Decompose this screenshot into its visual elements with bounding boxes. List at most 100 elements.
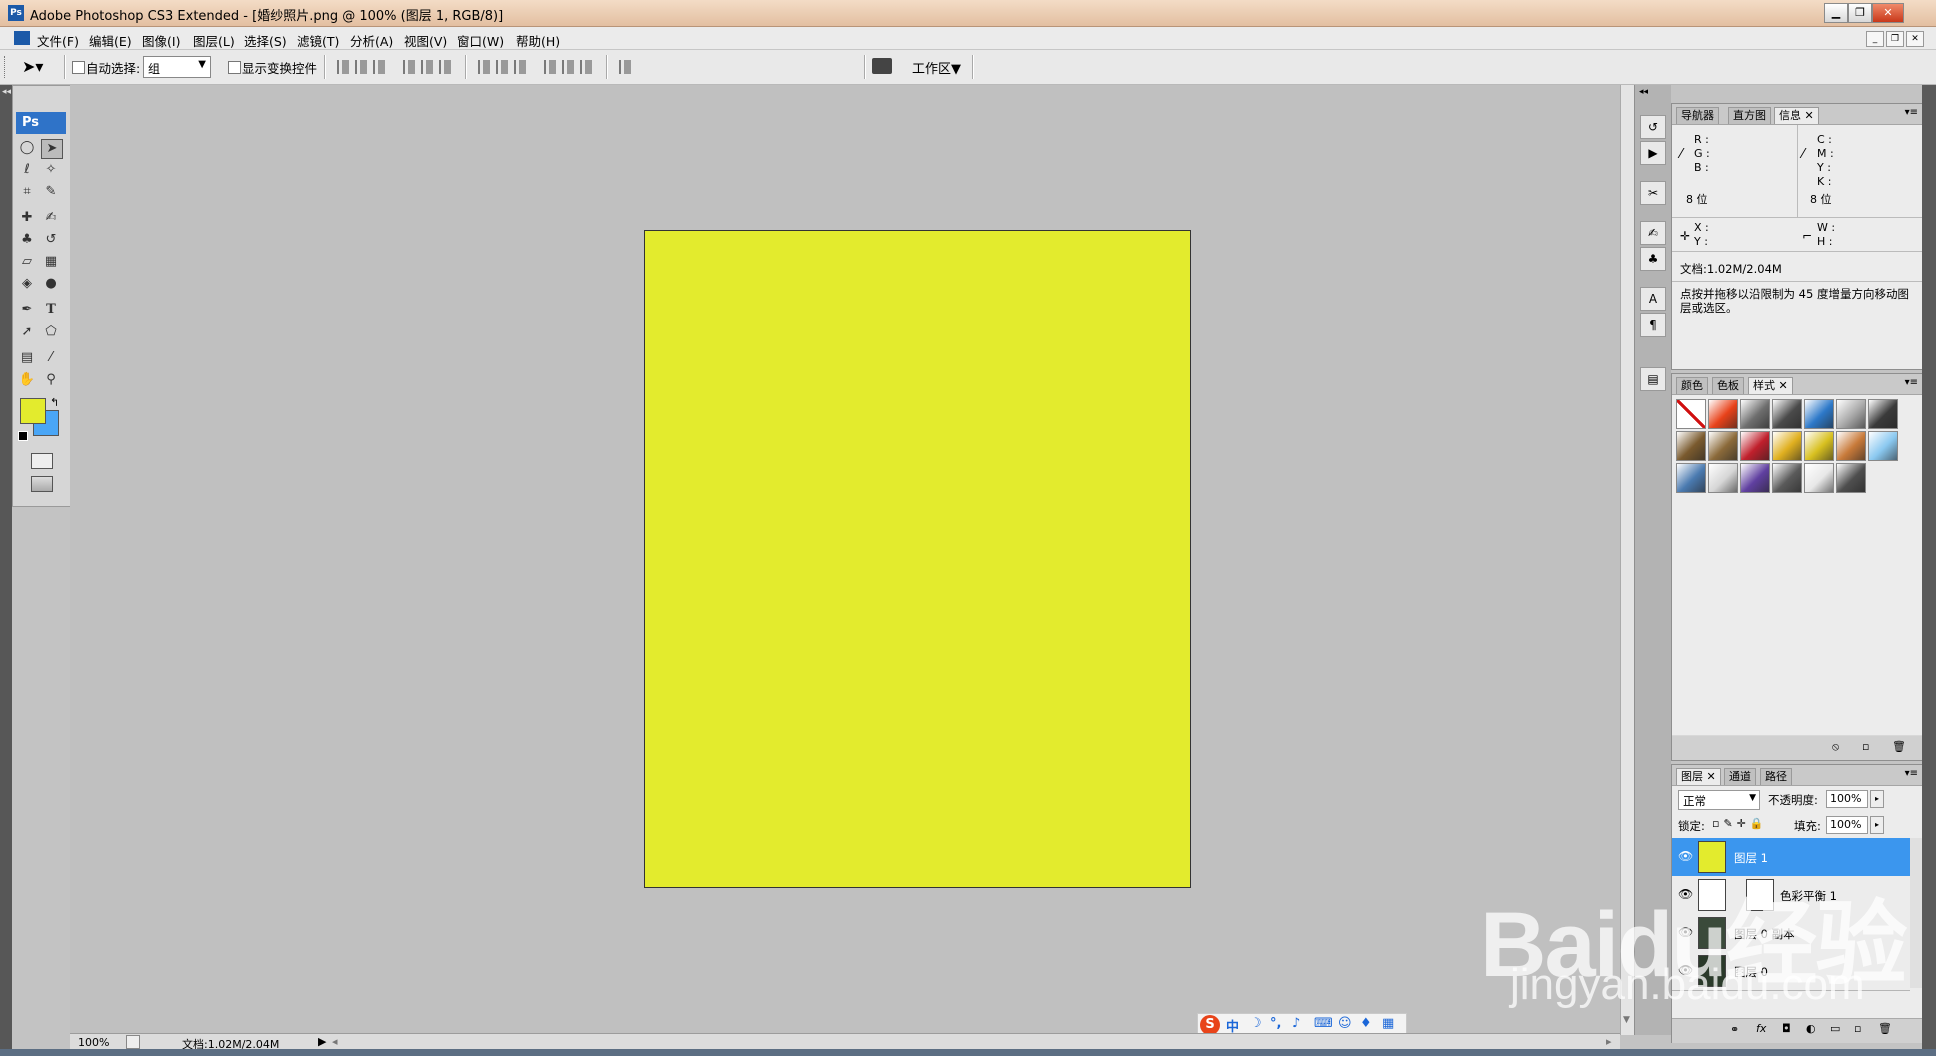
move-icon[interactable]: ➤ [41, 139, 63, 159]
style-swatch[interactable] [1740, 399, 1770, 429]
menu-analysis[interactable]: 分析(A) [350, 31, 393, 50]
auto-align-icon[interactable] [619, 60, 633, 74]
align-hcenter-icon[interactable] [421, 60, 435, 74]
style-swatch[interactable] [1868, 399, 1898, 429]
menu-help[interactable]: 帮助(H) [516, 31, 560, 50]
style-swatch[interactable] [1868, 431, 1898, 461]
doc-minimize-button[interactable]: _ [1866, 31, 1884, 47]
dock-collapse-icon[interactable]: ◂◂ [1639, 87, 1648, 97]
doc-restore-button[interactable]: ❐ [1886, 31, 1904, 47]
delete-layer-icon[interactable]: 🗑 [1878, 1022, 1892, 1035]
style-swatch[interactable] [1676, 463, 1706, 493]
layer-style-icon[interactable]: fx [1756, 1022, 1766, 1035]
eyedropper-icon[interactable]: ⁄ [41, 349, 61, 367]
style-swatch[interactable] [1740, 431, 1770, 461]
tab-layers[interactable]: 图层 ✕ [1676, 768, 1721, 785]
notes-icon[interactable]: ▤ [17, 349, 37, 367]
quick-mask-icon[interactable] [31, 453, 53, 469]
hscroll-right-icon[interactable]: ▸ [1606, 1035, 1612, 1048]
auto-select-checkbox[interactable] [72, 61, 85, 74]
panel-menu-icon[interactable]: ▾≡ [1905, 768, 1918, 779]
toolbox-grid-icon[interactable]: ▦ [1382, 1016, 1394, 1031]
hscroll-left-icon[interactable]: ◂ [332, 1035, 338, 1048]
blur-icon[interactable]: ◈ [17, 275, 37, 293]
bridge-icon[interactable] [872, 58, 892, 74]
fill-input[interactable]: 100% [1826, 816, 1868, 834]
tab-paths[interactable]: 路径 [1760, 768, 1792, 785]
style-swatch[interactable] [1772, 463, 1802, 493]
healing-brush-icon[interactable]: ✚ [17, 209, 37, 227]
layer-comps-icon[interactable]: ▤ [1640, 367, 1666, 391]
character-panel-icon[interactable]: A [1640, 287, 1666, 311]
align-right-icon[interactable] [439, 60, 453, 74]
fill-slider-button[interactable]: ▸ [1870, 816, 1884, 834]
new-group-icon[interactable]: ▭ [1830, 1022, 1840, 1035]
crop-icon[interactable]: ⌗ [17, 183, 37, 201]
magic-wand-icon[interactable]: ✧ [41, 161, 61, 179]
style-swatch[interactable] [1708, 463, 1738, 493]
restore-button[interactable]: ❐ [1848, 3, 1872, 23]
lasso-icon[interactable]: ℓ [17, 161, 37, 179]
distribute-hcenter-icon[interactable] [562, 60, 576, 74]
brushes-panel-icon[interactable]: ✍ [1640, 221, 1666, 245]
brush-icon[interactable]: ✍ [41, 209, 61, 227]
pen-icon[interactable]: ✒ [17, 301, 37, 319]
style-swatch[interactable] [1804, 463, 1834, 493]
shape-icon[interactable]: ⬠ [41, 323, 61, 341]
menu-image[interactable]: 图像(I) [142, 31, 180, 50]
align-vcenter-icon[interactable] [355, 60, 369, 74]
history-brush-icon[interactable]: ↺ [41, 231, 61, 249]
menu-view[interactable]: 视图(V) [404, 31, 447, 50]
path-selection-icon[interactable]: ➚ [17, 323, 37, 341]
blend-mode-select[interactable]: 正常 ▼ [1678, 790, 1760, 810]
marquee-icon[interactable]: ◯ [17, 139, 37, 157]
auto-select-dropdown[interactable]: 组 ▼ [143, 56, 211, 78]
distribute-vcenter-icon[interactable] [496, 60, 510, 74]
style-swatch[interactable] [1708, 399, 1738, 429]
clear-style-icon[interactable]: ⦸ [1832, 740, 1839, 754]
panel-menu-icon[interactable]: ▾≡ [1905, 107, 1918, 118]
distribute-top-icon[interactable] [478, 60, 492, 74]
user-icon[interactable]: ☺ [1338, 1016, 1352, 1031]
distribute-right-icon[interactable] [580, 60, 594, 74]
scroll-down-icon[interactable]: ▼ [1623, 1015, 1630, 1025]
opacity-input[interactable]: 100% [1826, 790, 1868, 808]
microphone-icon[interactable]: ♪ [1292, 1016, 1300, 1031]
new-style-icon[interactable]: ▫ [1862, 740, 1869, 753]
dodge-icon[interactable]: ● [41, 275, 61, 293]
style-swatch[interactable] [1836, 399, 1866, 429]
layers-scrollbar[interactable] [1910, 838, 1922, 988]
close-button[interactable]: ✕ [1872, 3, 1904, 23]
menu-filter[interactable]: 滤镜(T) [297, 31, 339, 50]
tool-presets-icon[interactable]: ✂ [1640, 181, 1666, 205]
keyboard-icon[interactable]: ⌨ [1314, 1016, 1333, 1031]
swap-colors-icon[interactable]: ↰ [50, 396, 59, 409]
style-swatch[interactable] [1676, 431, 1706, 461]
gradient-icon[interactable]: ▦ [41, 253, 61, 271]
zoom-icon[interactable]: ⚲ [41, 371, 61, 389]
distribute-bottom-icon[interactable] [514, 60, 528, 74]
clone-source-icon[interactable]: ♣ [1640, 247, 1666, 271]
visibility-eye-icon[interactable]: 👁 [1678, 849, 1693, 863]
move-tool-preset-icon[interactable]: ➤▾ [22, 57, 43, 76]
actions-panel-icon[interactable]: ▶ [1640, 141, 1666, 165]
foreground-color-swatch[interactable] [20, 398, 46, 424]
zoom-level[interactable]: 100% [78, 1036, 109, 1049]
style-swatch[interactable] [1708, 431, 1738, 461]
hand-icon[interactable]: ✋ [17, 371, 37, 389]
clone-stamp-icon[interactable]: ♣ [17, 231, 37, 249]
tab-styles[interactable]: 样式 ✕ [1748, 377, 1793, 394]
tab-navigator[interactable]: 导航器 [1676, 107, 1719, 124]
half-width-icon[interactable]: ☽ [1250, 1016, 1262, 1031]
style-swatch[interactable] [1804, 399, 1834, 429]
lock-icons[interactable]: ▫✎✛🔒 [1712, 817, 1768, 830]
menu-file[interactable]: 文件(F) [37, 31, 79, 50]
tab-swatches[interactable]: 色板 [1712, 377, 1744, 394]
align-left-icon[interactable] [403, 60, 417, 74]
tab-color[interactable]: 颜色 [1676, 377, 1708, 394]
link-layers-icon[interactable]: ⚭ [1730, 1023, 1739, 1036]
type-icon[interactable]: T [41, 301, 61, 319]
show-transform-checkbox[interactable] [228, 61, 241, 74]
adjustment-layer-icon[interactable]: ◐ [1806, 1022, 1816, 1035]
history-panel-icon[interactable]: ↺ [1640, 115, 1666, 139]
